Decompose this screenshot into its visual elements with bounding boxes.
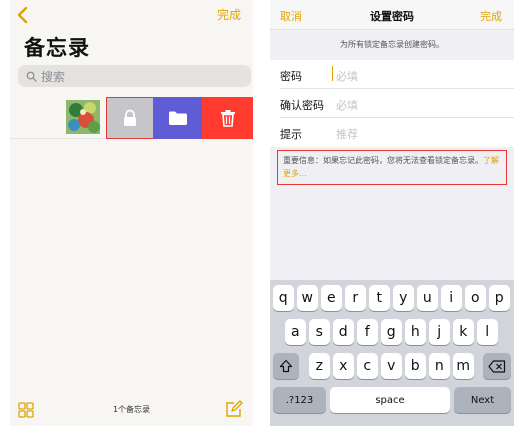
key-o[interactable]: o: [465, 285, 486, 311]
notes-list-screen: 完成 备忘录 搜索 1个备忘录: [10, 0, 253, 426]
key-a[interactable]: a: [285, 319, 306, 345]
info-text: 为所有锁定备忘录创建密码。: [270, 30, 514, 60]
search-placeholder: 搜索: [41, 69, 66, 84]
list-item[interactable]: [10, 97, 253, 139]
key-v[interactable]: v: [381, 353, 402, 379]
numbers-key[interactable]: .?123: [273, 387, 326, 413]
key-e[interactable]: e: [321, 285, 342, 311]
shift-icon: [279, 359, 293, 373]
search-icon: [26, 71, 37, 82]
field-placeholder: 必填: [336, 99, 358, 112]
bottom-toolbar: 1个备忘录: [10, 394, 253, 426]
next-key[interactable]: Next: [454, 387, 511, 413]
key-p[interactable]: p: [489, 285, 510, 311]
search-input[interactable]: 搜索: [18, 65, 251, 87]
key-m[interactable]: m: [453, 353, 474, 379]
key-c[interactable]: c: [357, 353, 378, 379]
field-placeholder: 推荐: [336, 128, 358, 141]
chevron-left-icon[interactable]: [14, 6, 32, 24]
folder-icon: [169, 111, 187, 125]
note-thumbnail[interactable]: [66, 100, 100, 134]
key-n[interactable]: n: [429, 353, 450, 379]
confirm-password-field[interactable]: 确认密码 必填: [280, 89, 514, 118]
key-g[interactable]: g: [381, 319, 402, 345]
trash-icon: [220, 110, 235, 127]
key-q[interactable]: q: [273, 285, 294, 311]
key-b[interactable]: b: [405, 353, 426, 379]
key-h[interactable]: h: [405, 319, 426, 345]
key-j[interactable]: j: [429, 319, 450, 345]
done-button[interactable]: 完成: [480, 8, 502, 24]
set-password-screen: 取消 设置密码 完成 为所有锁定备忘录创建密码。 密码 必填 确认密码 必填 提…: [270, 0, 514, 426]
backspace-icon: [488, 359, 506, 373]
page-title: 备忘录: [24, 36, 90, 60]
key-f[interactable]: f: [357, 319, 378, 345]
text-cursor: [332, 66, 333, 81]
compose-icon[interactable]: [225, 400, 243, 418]
field-label: 密码: [280, 70, 302, 83]
field-label: 确认密码: [280, 99, 324, 112]
key-s[interactable]: s: [309, 319, 330, 345]
lock-note-button[interactable]: [106, 97, 154, 139]
hint-field[interactable]: 提示 推荐: [280, 118, 514, 147]
done-button[interactable]: 完成: [217, 6, 241, 23]
key-z[interactable]: z: [309, 353, 330, 379]
notes-count: 1个备忘录: [112, 405, 151, 414]
page-title: 设置密码: [370, 10, 414, 23]
field-placeholder: 必填: [336, 70, 358, 83]
keyboard: q w e r t y u i o p a s d f g h j k l z …: [270, 280, 514, 426]
key-i[interactable]: i: [441, 285, 462, 311]
key-y[interactable]: y: [393, 285, 414, 311]
warning-box: 重要信息：如果忘记此密码，您将无法查看锁定备忘录。了解更多...: [277, 150, 507, 185]
nav-bar: 取消 设置密码 完成: [270, 0, 514, 30]
key-u[interactable]: u: [417, 285, 438, 311]
lock-icon: [124, 109, 136, 126]
move-note-button[interactable]: [154, 97, 202, 139]
key-w[interactable]: w: [297, 285, 318, 311]
key-d[interactable]: d: [333, 319, 354, 345]
key-r[interactable]: r: [345, 285, 366, 311]
delete-note-button[interactable]: [202, 97, 253, 139]
key-k[interactable]: k: [453, 319, 474, 345]
shift-key[interactable]: [273, 353, 299, 379]
key-l[interactable]: l: [477, 319, 498, 345]
space-key[interactable]: space: [330, 387, 450, 413]
warning-section: 重要信息：如果忘记此密码，您将无法查看锁定备忘录。了解更多...: [270, 147, 514, 280]
backspace-key[interactable]: [483, 353, 511, 379]
key-x[interactable]: x: [333, 353, 354, 379]
field-label: 提示: [280, 128, 302, 141]
password-field[interactable]: 密码 必填: [280, 60, 514, 89]
key-t[interactable]: t: [369, 285, 390, 311]
warning-text: 重要信息：如果忘记此密码，您将无法查看锁定备忘录。: [283, 156, 483, 165]
